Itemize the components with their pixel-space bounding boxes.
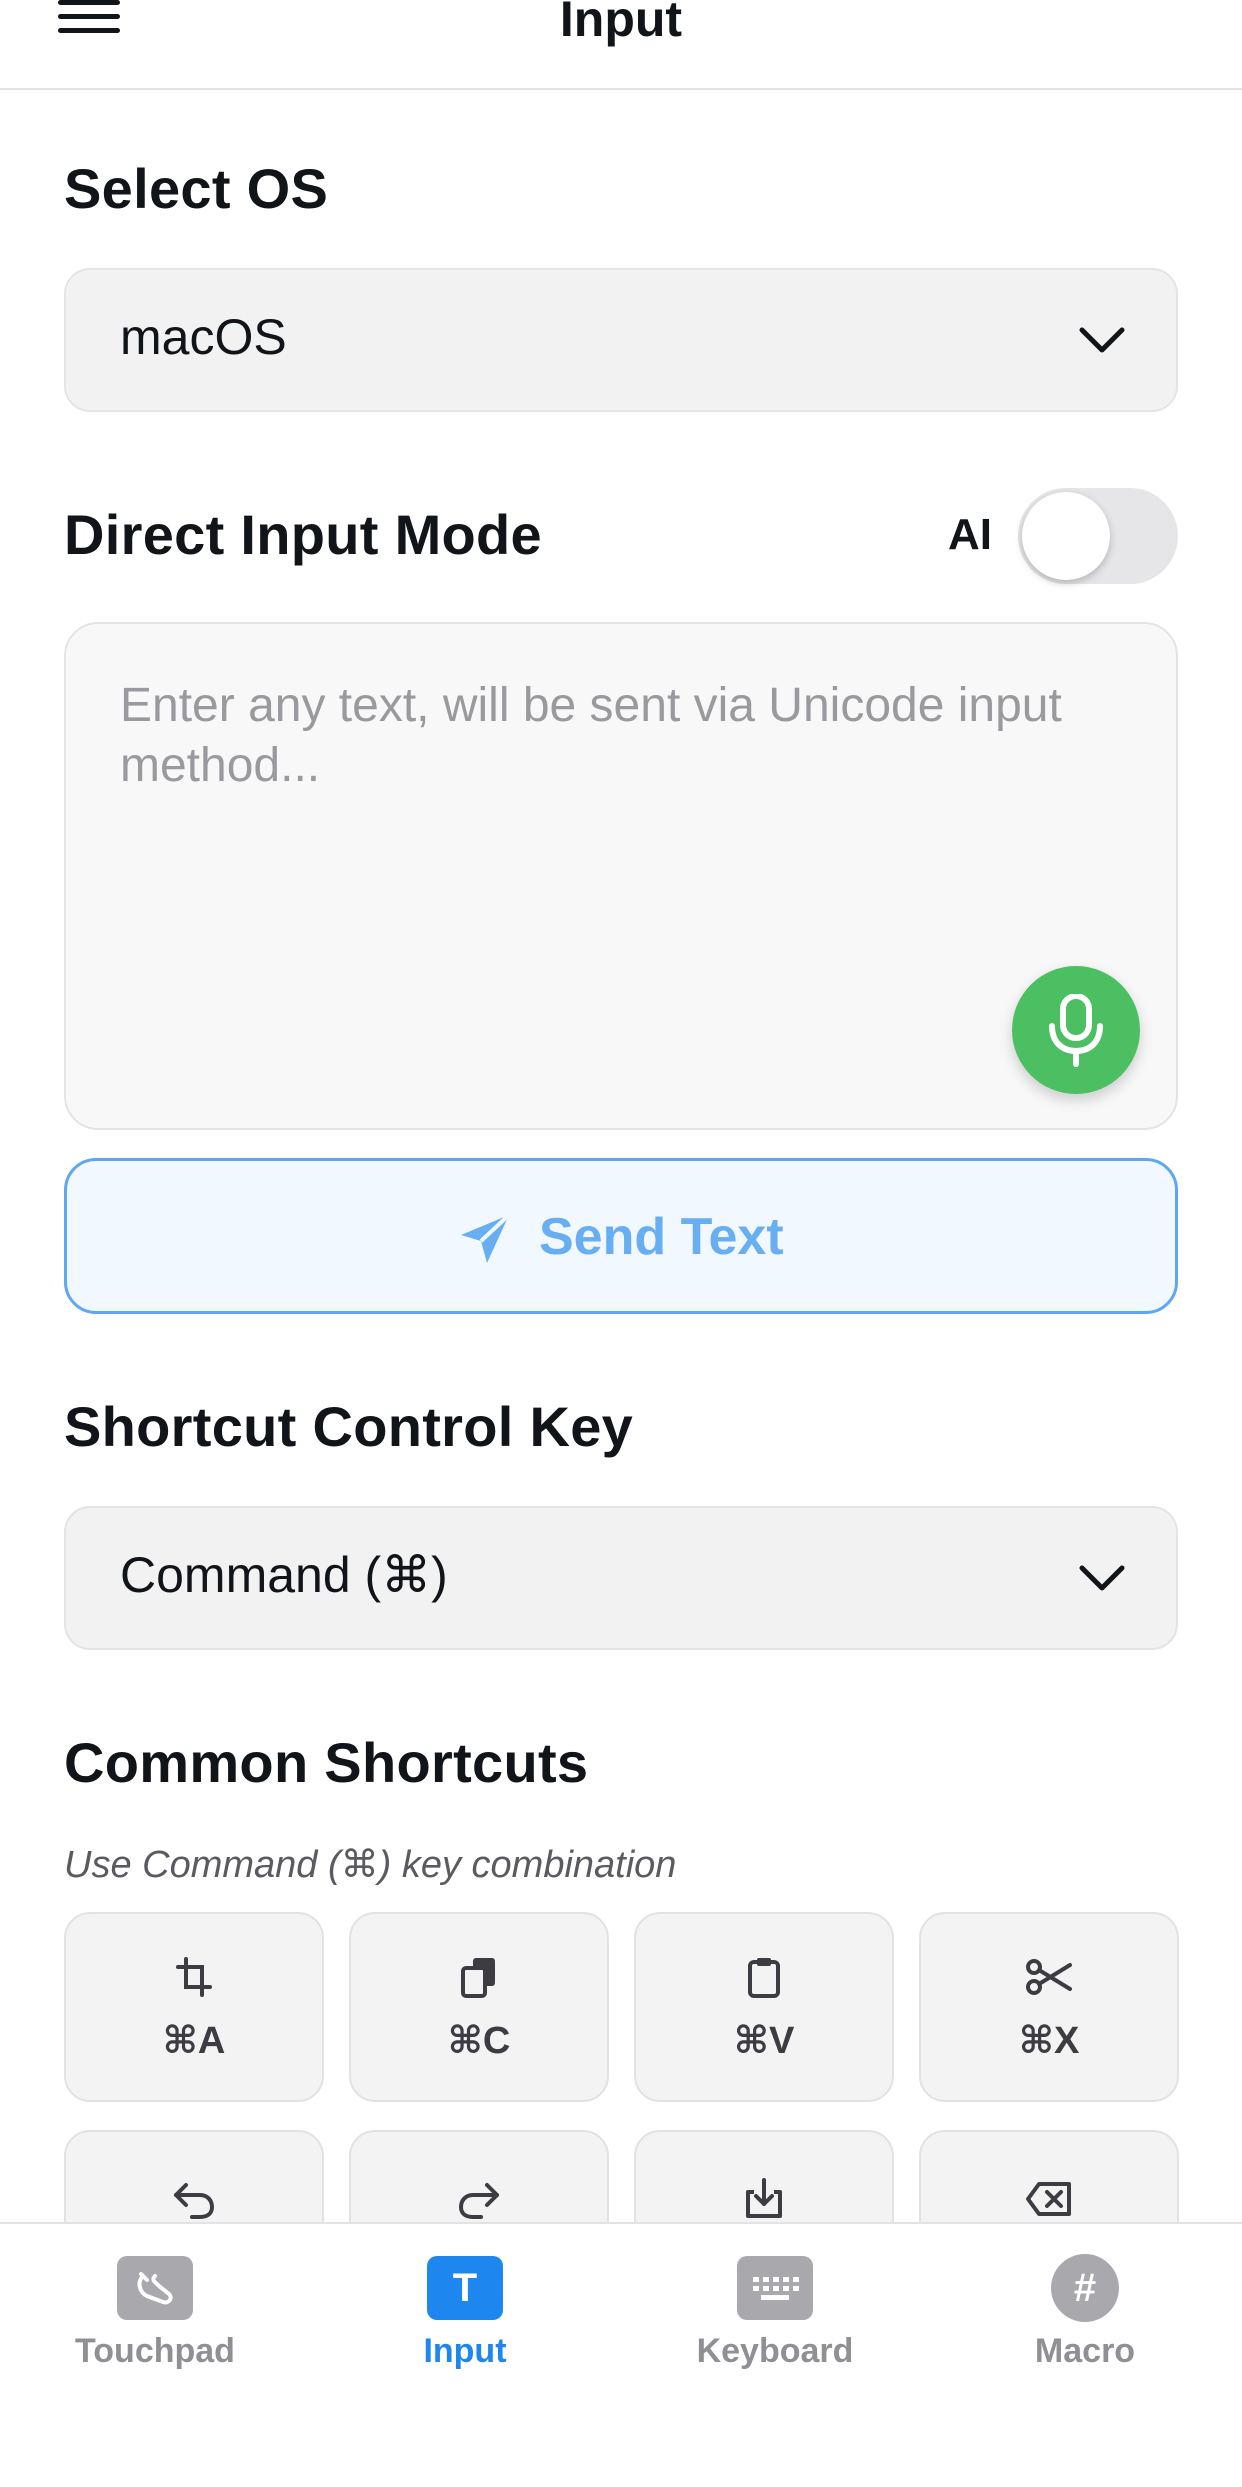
direct-text-input[interactable]: Enter any text, will be sent via Unicode… bbox=[64, 622, 1178, 1130]
control-key-select[interactable]: Command (⌘) bbox=[64, 1506, 1178, 1650]
control-key-heading: Shortcut Control Key bbox=[64, 1395, 634, 1458]
tab-label: Touchpad bbox=[75, 2332, 235, 2370]
microphone-icon bbox=[1049, 994, 1103, 1067]
tab-input[interactable]: T Input bbox=[310, 2224, 620, 2424]
shortcut-hint: Use Command (⌘) key combination bbox=[64, 1844, 677, 1886]
send-text-label: Send Text bbox=[539, 1208, 784, 1266]
ai-toggle-knob bbox=[1022, 492, 1110, 580]
text-input-placeholder: Enter any text, will be sent via Unicode… bbox=[120, 679, 1062, 792]
shortcut-label: ⌘C bbox=[447, 2020, 511, 2062]
shortcut-label: ⌘V bbox=[733, 2020, 795, 2062]
send-text-button[interactable]: Send Text bbox=[64, 1158, 1178, 1314]
direct-input-heading: Direct Input Mode bbox=[64, 503, 542, 566]
backspace-icon bbox=[1026, 2182, 1071, 2216]
tab-macro[interactable]: # Macro bbox=[930, 2224, 1240, 2424]
app-header: Input bbox=[0, 0, 1242, 90]
tab-touchpad[interactable]: Touchpad bbox=[0, 2224, 310, 2424]
os-select[interactable]: macOS bbox=[64, 268, 1178, 412]
chevron-down-icon bbox=[1079, 1565, 1125, 1591]
tab-label: Macro bbox=[1034, 2332, 1136, 2370]
ai-toggle[interactable] bbox=[1018, 488, 1178, 584]
chevron-down-icon bbox=[1079, 327, 1125, 353]
tab-label: Keyboard bbox=[696, 2332, 854, 2370]
select-os-heading: Select OS bbox=[64, 157, 329, 220]
control-key-value: Command (⌘) bbox=[120, 1547, 448, 1603]
ai-toggle-label: AI bbox=[948, 510, 992, 559]
undo-icon bbox=[174, 2183, 215, 2219]
page-title: Input bbox=[559, 0, 683, 47]
send-icon bbox=[461, 1213, 511, 1263]
shortcut-copy-button[interactable]: ⌘C bbox=[349, 1912, 609, 2102]
text-icon: T bbox=[427, 2256, 503, 2320]
clipboard-icon bbox=[748, 1958, 780, 1998]
tab-label: Input bbox=[423, 2332, 507, 2370]
shortcut-cut-button[interactable]: ⌘X bbox=[919, 1912, 1179, 2102]
hash-icon: # bbox=[1051, 2254, 1119, 2322]
save-icon bbox=[746, 2178, 782, 2218]
keyboard-icon bbox=[737, 2256, 813, 2320]
tab-keyboard[interactable]: Keyboard bbox=[620, 2224, 930, 2424]
redo-icon bbox=[458, 2183, 499, 2219]
shortcut-select-all-button[interactable]: ⌘A bbox=[64, 1912, 324, 2102]
shortcut-paste-button[interactable]: ⌘V bbox=[634, 1912, 894, 2102]
scissors-icon bbox=[1026, 1959, 1072, 1995]
touchpad-icon bbox=[117, 2256, 193, 2320]
bottom-tab-bar: Touchpad T Input Keyboard # Macro bbox=[0, 2222, 1242, 2487]
shortcut-label: ⌘A bbox=[162, 2020, 226, 2062]
copy-icon bbox=[461, 1958, 495, 1998]
common-shortcuts-heading: Common Shortcuts bbox=[64, 1731, 589, 1794]
shortcut-label: ⌘X bbox=[1018, 2020, 1080, 2062]
voice-input-button[interactable] bbox=[1012, 966, 1140, 1094]
os-select-value: macOS bbox=[120, 309, 287, 365]
crop-icon bbox=[176, 1957, 212, 1997]
